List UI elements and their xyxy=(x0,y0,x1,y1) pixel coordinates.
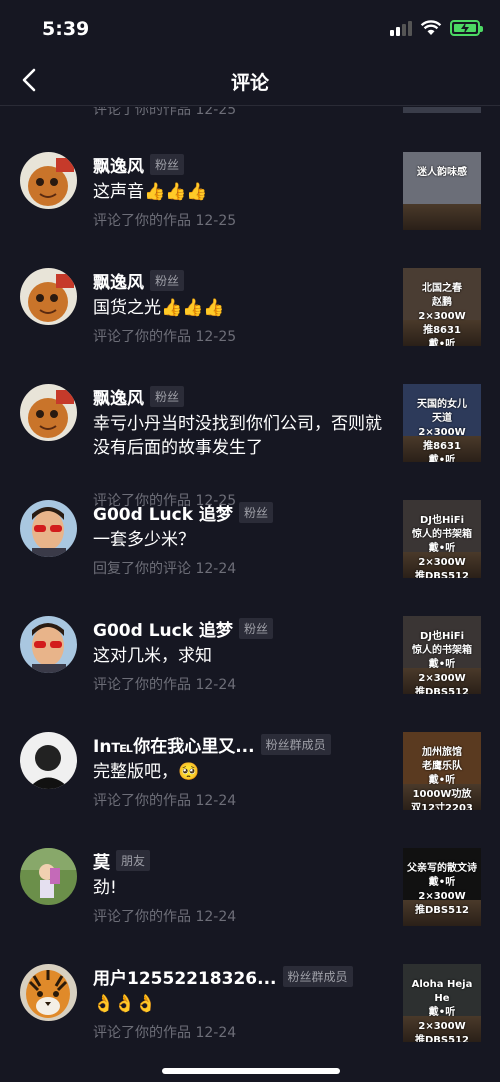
thumbnail-caption: DJ也HiFi 惊人的书架箱 戴•听 2×300W 推DBS512 xyxy=(412,631,472,694)
comment-meta: 评论了你的作品 12-24 xyxy=(93,1025,237,1041)
comment-row[interactable]: In℡你在我心里又... 粉丝群成员完整版吧，🥺 评论了你的作品 12-24 加州旅馆… xyxy=(0,696,500,812)
avatar[interactable] xyxy=(20,152,77,209)
video-thumbnail[interactable]: Aloha Heja He 戴•听 2×300W 推DBS512 xyxy=(403,964,481,1042)
comment-meta: 评论了你的作品 12-25 xyxy=(93,213,237,229)
comment-text: 幸亏小丹当时没找到你们公司，否则就没有后面的故事发生了 xyxy=(93,414,382,458)
comment-row[interactable]: 用户12552218326... 粉丝群成员 👌👌👌 评论了你的作品 12-24 Alo… xyxy=(0,928,500,1044)
comment-meta: 评论了你的作品 12-24 xyxy=(93,793,237,809)
comment-text: 这对几米，求知 xyxy=(93,646,212,666)
comment-meta: 评论了你的作品 12-25 xyxy=(93,329,237,345)
video-thumbnail[interactable]: 迷人韵味感 xyxy=(403,152,481,230)
relation-badge: 粉丝 xyxy=(150,269,185,291)
avatar[interactable] xyxy=(20,848,77,905)
avatar[interactable] xyxy=(20,616,77,673)
username-line: 用户12552218326... 粉丝群成员 xyxy=(93,964,353,989)
home-indicator xyxy=(162,1068,340,1074)
status-icons xyxy=(390,20,483,36)
video-thumbnail[interactable]: DJ也HiFi 惊人的书架箱 戴•听 2×300W 推DBS512 xyxy=(403,500,481,578)
thumbnail-caption: DJ也HiFi 惊人的书架箱 戴•听 2×300W 推DBS512 xyxy=(412,515,472,578)
username[interactable]: 莫 xyxy=(93,848,110,873)
status-time: 5:39 xyxy=(42,18,90,40)
username[interactable]: 飘逸风 xyxy=(93,152,144,177)
comment-text: 劲! xyxy=(93,878,117,898)
username-line: In℡你在我心里又... 粉丝群成员 xyxy=(93,732,331,757)
comment-list: 飘逸风 粉丝 这声音👍👍👍 评论了你的作品 12-25 迷人韵味感 飘逸风 粉丝 国货之光👍👍… xyxy=(0,116,500,1044)
video-thumbnail[interactable]: 天国的女儿 天道 2×300W 推8631 戴•听 xyxy=(403,384,481,462)
thumbnail-caption: 北国之春 赵鹏 2×300W 推8631 戴•听 xyxy=(418,283,466,346)
thumbnail-caption: 加州旅馆 老鹰乐队 戴•听 1000W功放 双12寸2203 xyxy=(411,747,473,810)
relation-badge: 粉丝 xyxy=(150,153,185,175)
avatar[interactable] xyxy=(20,732,77,789)
relation-badge: 粉丝 xyxy=(150,385,185,407)
relation-badge: 粉丝群成员 xyxy=(282,965,353,987)
username[interactable]: In℡你在我心里又... xyxy=(93,732,255,757)
wifi-icon xyxy=(420,20,442,35)
username-line: 莫朋友 xyxy=(93,848,151,873)
comment-text: 👌👌👌 xyxy=(93,994,157,1014)
video-thumbnail[interactable] xyxy=(403,107,481,113)
username-line: 飘逸风 粉丝 xyxy=(93,152,185,177)
username-line: 飘逸风 粉丝 xyxy=(93,384,185,409)
comment-text: 完整版吧，🥺 xyxy=(93,762,200,782)
thumbnail-caption: Aloha Heja He 戴•听 2×300W 推DBS512 xyxy=(411,979,473,1042)
comment-text: 国货之光👍👍👍 xyxy=(93,298,225,318)
comment-row[interactable]: 飘逸风 粉丝国货之光👍👍👍 评论了你的作品 12-25 北国之春 赵鹏 2×300W … xyxy=(0,232,500,348)
avatar[interactable] xyxy=(20,268,77,325)
page-title: 评论 xyxy=(230,72,269,94)
video-thumbnail[interactable]: 父亲写的散文诗 戴•听 2×300W 推DBS512 xyxy=(403,848,481,926)
thumbnail-caption: 天国的女儿 天道 2×300W 推8631 戴•听 xyxy=(417,399,467,462)
username[interactable]: G00d Luck 追梦 xyxy=(93,616,233,641)
comment-text: 一套多少米？ xyxy=(93,530,195,550)
username-line: 飘逸风 粉丝 xyxy=(93,268,185,293)
avatar[interactable] xyxy=(20,384,77,441)
comment-meta: 评论了你的作品 12-24 xyxy=(93,677,237,693)
comment-meta: 回复了你的评论 12-24 xyxy=(93,561,237,577)
avatar[interactable] xyxy=(20,964,77,1021)
username[interactable]: 飘逸风 xyxy=(93,384,144,409)
status-bar: 5:39 xyxy=(0,0,500,58)
username-line: G00d Luck 追梦 粉丝 xyxy=(93,616,273,641)
video-thumbnail[interactable]: 北国之春 赵鹏 2×300W 推8631 戴•听 xyxy=(403,268,481,346)
username-line: G00d Luck 追梦 粉丝 xyxy=(93,500,273,525)
relation-badge: 朋友 xyxy=(116,849,151,871)
username[interactable]: 用户12552218326... xyxy=(93,964,277,989)
relation-badge: 粉丝群成员 xyxy=(260,733,331,755)
thumbnail-caption: 父亲写的散文诗 戴•听 2×300W 推DBS512 xyxy=(407,863,477,916)
comment-row[interactable]: 莫朋友劲! 评论了你的作品 12-24 父亲写的散文诗 戴•听 2×300W 推DB… xyxy=(0,812,500,928)
avatar[interactable] xyxy=(20,500,77,557)
video-thumbnail[interactable]: 加州旅馆 老鹰乐队 戴•听 1000W功放 双12寸2203 xyxy=(403,732,481,810)
comment-text: 这声音👍👍👍 xyxy=(93,182,208,202)
relation-badge: 粉丝 xyxy=(238,501,273,523)
comment-meta: 评论了你的作品 12-24 xyxy=(93,909,237,925)
comment-row[interactable]: 飘逸风 粉丝 幸亏小丹当时没找到你们公司，否则就没有后面的故事发生了 评论了你的作品 … xyxy=(0,348,500,509)
relation-badge: 粉丝 xyxy=(238,617,273,639)
comment-row[interactable]: G00d Luck 追梦 粉丝一套多少米？ 回复了你的评论 12-24 DJ也HiFi… xyxy=(0,464,500,580)
thumbnail-image xyxy=(403,204,481,230)
comment-row[interactable]: 飘逸风 粉丝这声音👍👍👍 评论了你的作品 12-25 迷人韵味感 xyxy=(0,116,500,232)
nav-bar: 评论 xyxy=(0,58,500,106)
battery-charging-icon xyxy=(450,20,483,36)
cellular-signal-icon xyxy=(390,20,412,36)
comment-row[interactable]: G00d Luck 追梦 粉丝这对几米，求知评论了你的作品 12-24 DJ也HiF… xyxy=(0,580,500,696)
username[interactable]: 飘逸风 xyxy=(93,268,144,293)
thumbnail-caption: 迷人韵味感 xyxy=(417,167,467,178)
video-thumbnail[interactable]: DJ也HiFi 惊人的书架箱 戴•听 2×300W 推DBS512 xyxy=(403,616,481,694)
username[interactable]: G00d Luck 追梦 xyxy=(93,500,233,525)
